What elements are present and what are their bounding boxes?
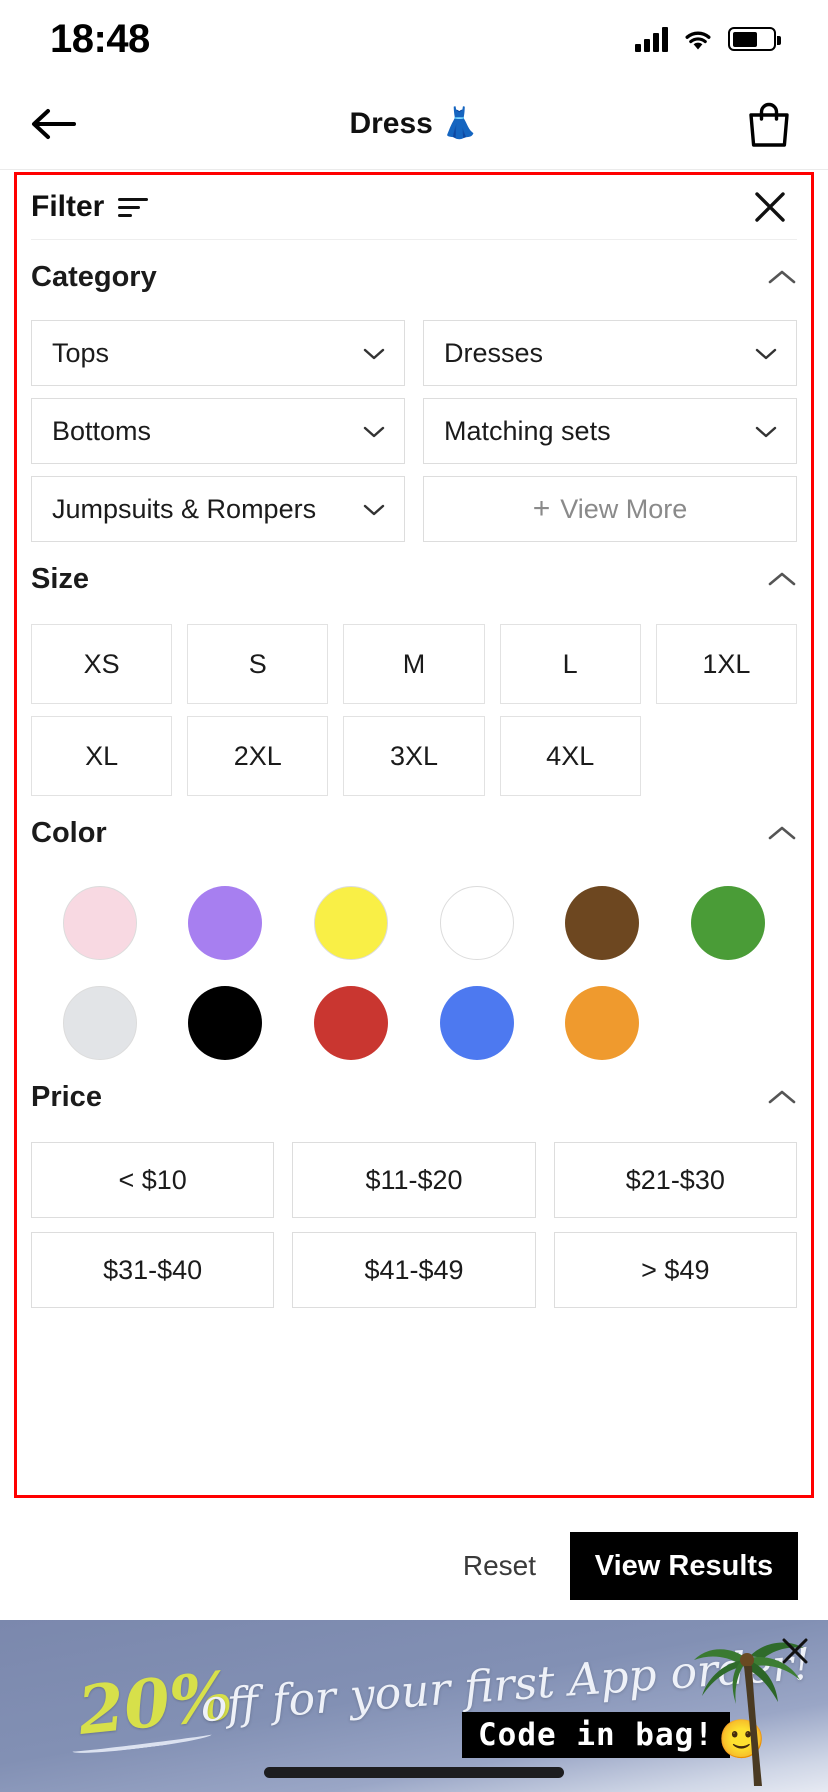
status-clock: 18:48 [50,16,150,61]
section-title-price: Price [31,1080,102,1113]
status-bar: 18:48 [0,0,828,78]
color-option-silver[interactable] [37,986,163,1060]
color-option-blue[interactable] [414,986,540,1060]
color-swatch [62,886,137,960]
view-more-label: View More [560,493,688,524]
color-option-white[interactable] [414,886,540,960]
filter-scroll-area[interactable]: Category Tops Dresses Bottoms Matching s… [17,240,811,1308]
color-option-pink[interactable] [37,886,163,960]
price-option-21-30[interactable]: $21-$30 [553,1142,797,1218]
chevron-up-icon[interactable] [767,570,797,588]
chevron-down-icon [363,348,385,360]
price-option-under-10[interactable]: < $10 [31,1142,275,1218]
filter-footer: Reset View Results [0,1512,828,1620]
filter-title: Filter [31,190,105,223]
size-option-xs[interactable]: XS [31,624,173,704]
close-icon[interactable] [753,190,787,224]
chevron-down-icon [363,426,385,438]
filter-lines-icon [118,197,149,217]
category-label: Dresses [444,337,544,368]
section-header-size[interactable]: Size [31,542,797,616]
color-swatch [691,886,766,960]
status-indicators [635,26,781,52]
size-option-xl[interactable]: XL [31,716,173,796]
chevron-down-icon [755,426,777,438]
category-label: Matching sets [444,415,611,446]
chevron-up-icon[interactable] [767,824,797,842]
color-grid-spacer [665,986,791,1060]
color-grid [31,886,797,1060]
plus-icon: + [532,492,551,525]
price-grid: < $10 $11-$20 $21-$30 $31-$40 $41-$49 > … [31,1142,797,1308]
size-option-2xl[interactable]: 2XL [187,716,329,796]
page-title: Dress 👗 [349,107,479,140]
section-header-category[interactable]: Category [31,240,797,314]
size-option-l[interactable]: L [499,624,641,704]
category-grid: Tops Dresses Bottoms Matching sets Jumps… [31,320,797,542]
size-grid-spacer [655,716,797,796]
section-header-color[interactable]: Color [31,796,797,870]
chevron-down-icon [363,504,385,516]
category-label: Tops [52,337,110,368]
section-title-color: Color [31,816,107,849]
color-swatch [439,886,514,960]
view-more-button[interactable]: + View More [423,476,797,542]
color-swatch [565,986,640,1060]
color-option-purple[interactable] [163,886,289,960]
price-option-11-20[interactable]: $11-$20 [292,1142,536,1218]
size-option-1xl[interactable]: 1XL [655,624,797,704]
price-option-41-49[interactable]: $41-$49 [292,1232,536,1308]
color-option-green[interactable] [665,886,791,960]
category-option-jumpsuits-rompers[interactable]: Jumpsuits & Rompers [31,476,405,542]
size-option-4xl[interactable]: 4XL [499,716,641,796]
color-swatch [314,986,389,1060]
phone-screen: 18:48 Dress 👗 Filter Category Tops Dress… [0,0,828,1792]
size-option-m[interactable]: M [343,624,485,704]
category-option-matching-sets[interactable]: Matching sets [423,398,797,464]
cellular-signal-icon [635,26,668,52]
shopping-bag-icon[interactable] [746,99,792,149]
chevron-down-icon [755,348,777,360]
home-indicator [264,1767,564,1778]
category-label: Bottoms [52,415,152,446]
section-title-category: Category [31,260,157,293]
category-option-bottoms[interactable]: Bottoms [31,398,405,464]
filter-header: Filter [17,175,811,239]
color-swatch [314,886,389,960]
back-arrow-icon[interactable] [28,102,80,146]
color-swatch [188,986,263,1060]
view-results-button[interactable]: View Results [570,1532,798,1600]
size-option-3xl[interactable]: 3XL [343,716,485,796]
chevron-up-icon[interactable] [767,1088,797,1106]
filter-header-left: Filter [31,190,149,224]
size-option-s[interactable]: S [187,624,329,704]
color-swatch [188,886,263,960]
color-option-yellow[interactable] [288,886,414,960]
category-option-tops[interactable]: Tops [31,320,405,386]
category-option-dresses[interactable]: Dresses [423,320,797,386]
battery-icon [728,27,781,51]
color-option-red[interactable] [288,986,414,1060]
filter-panel: Filter Category Tops Dresses Bottoms Mat… [14,172,814,1498]
color-option-brown[interactable] [540,886,666,960]
color-swatch [565,886,640,960]
color-swatch [439,986,514,1060]
chevron-up-icon[interactable] [767,268,797,286]
section-title-size: Size [31,562,90,595]
nav-bar: Dress 👗 [0,78,828,170]
section-header-price[interactable]: Price [31,1060,797,1134]
promo-banner[interactable]: 20% off for your first App order! Code i… [0,1620,828,1792]
price-option-over-49[interactable]: > $49 [553,1232,797,1308]
price-option-31-40[interactable]: $31-$40 [31,1232,275,1308]
size-grid: XS S M L 1XL XL 2XL 3XL 4XL [31,624,797,796]
reset-button[interactable]: Reset [463,1550,536,1582]
category-label: Jumpsuits & Rompers [52,493,317,524]
color-swatch [62,986,137,1060]
color-option-orange[interactable] [540,986,666,1060]
wifi-icon [685,31,711,50]
close-icon[interactable] [780,1636,810,1666]
color-option-black[interactable] [163,986,289,1060]
